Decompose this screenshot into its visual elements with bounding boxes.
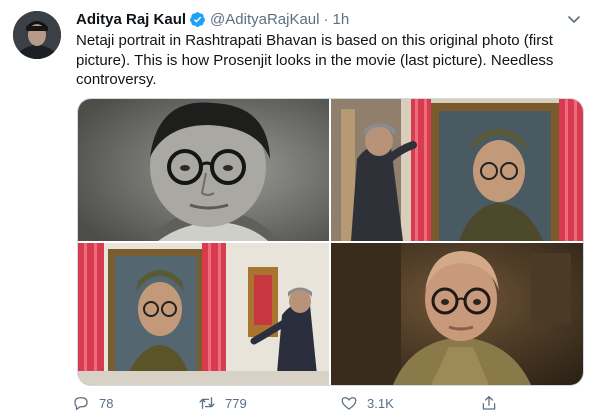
separator-dot: ·	[323, 10, 329, 28]
timestamp[interactable]: 1h	[332, 11, 349, 28]
author-name[interactable]: Aditya Raj Kaul	[76, 11, 186, 28]
chevron-down-icon[interactable]	[566, 11, 582, 27]
retweet-icon	[199, 397, 215, 409]
like-count: 3.1K	[367, 395, 394, 411]
avatar-image	[13, 11, 61, 59]
portrait-unveiling-second-angle-photo[interactable]	[78, 243, 329, 385]
movie-still-photo[interactable]	[331, 243, 583, 385]
heart-icon	[341, 397, 357, 410]
tweet-actions: 78 779 3.1K	[72, 392, 512, 414]
reply-icon	[74, 397, 88, 411]
tweet-text: Netaji portrait in Rashtrapati Bhavan is…	[76, 32, 554, 88]
reply-count: 78	[99, 395, 114, 411]
black-and-white-portrait-photo[interactable]	[78, 99, 329, 241]
reply-button[interactable]: 78	[72, 392, 113, 414]
tweet[interactable]: Aditya Raj Kaul @AdityaRajKaul · 1h Neta…	[0, 0, 598, 417]
portrait-unveiling-photo[interactable]	[331, 99, 583, 241]
avatar[interactable]	[13, 11, 61, 59]
author-handle[interactable]: @AdityaRajKaul	[210, 11, 319, 28]
like-button[interactable]: 3.1K	[340, 392, 394, 414]
share-icon	[482, 395, 496, 410]
retweet-count: 779	[225, 395, 247, 411]
verified-badge-icon	[189, 11, 206, 28]
tweet-header: Aditya Raj Kaul @AdityaRajKaul · 1h	[76, 9, 349, 29]
share-button[interactable]	[480, 392, 507, 414]
media-grid	[77, 98, 584, 386]
retweet-button[interactable]: 779	[198, 392, 247, 414]
